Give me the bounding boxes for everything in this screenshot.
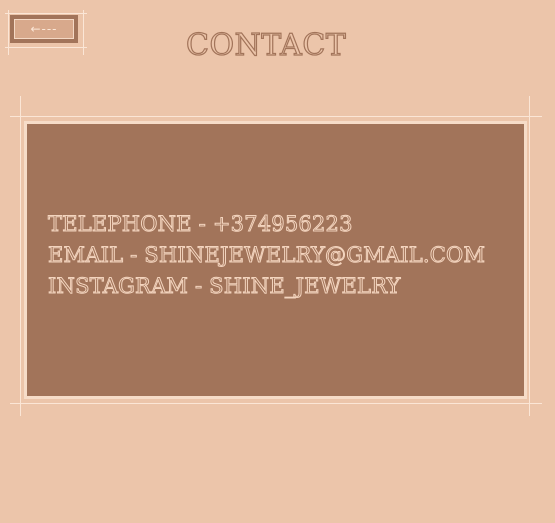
- frame-line: [5, 47, 87, 48]
- instagram-text: INSTAGRAM - SHINE_JEWELRY: [47, 274, 401, 299]
- frame-line: [83, 10, 84, 55]
- contact-info: TELEPHONE - +374956223 EMAIL - SHINEJEWE…: [47, 209, 486, 302]
- card-frame-line: [10, 116, 542, 117]
- frame-line: [5, 13, 87, 14]
- back-arrow-icon: ←---: [14, 19, 74, 39]
- telephone-text: TELEPHONE - +374956223: [47, 212, 353, 237]
- card-frame-line: [10, 403, 542, 404]
- card-frame-line: [20, 96, 21, 416]
- back-button-frame: ←---: [5, 10, 87, 55]
- contact-card: TELEPHONE - +374956223 EMAIL - SHINEJEWE…: [27, 124, 524, 396]
- back-button[interactable]: ←---: [10, 15, 78, 43]
- email-text: EMAIL - SHINEJEWELRY@GMAIL.COM: [47, 243, 486, 268]
- card-frame-line: [529, 96, 530, 416]
- frame-line: [8, 10, 9, 55]
- page-title: CONTACT: [185, 27, 347, 63]
